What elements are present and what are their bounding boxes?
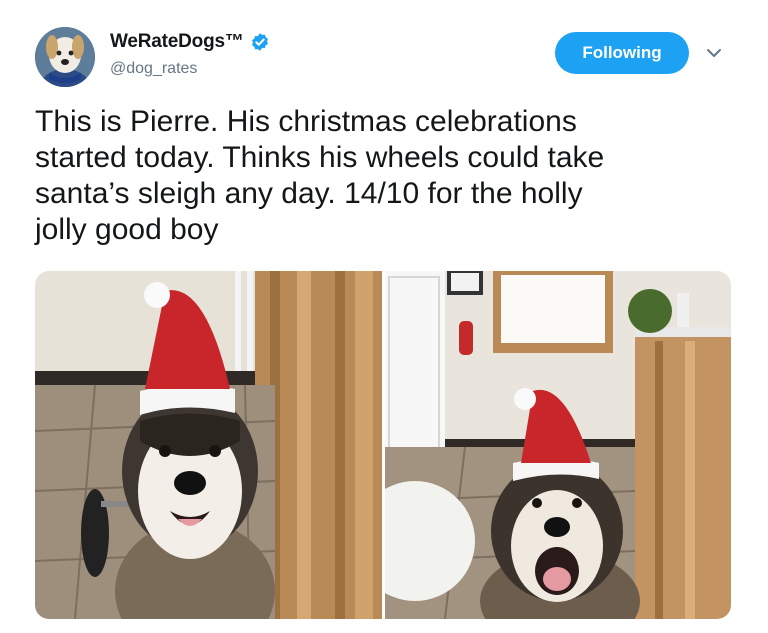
dog-avatar-icon[interactable]: [35, 27, 95, 87]
display-name[interactable]: WeRateDogs™: [110, 31, 244, 53]
author-name-row[interactable]: WeRateDogs™: [110, 31, 270, 53]
verified-badge-icon: [251, 33, 268, 51]
dog-in-santa-hat-photo-1[interactable]: [35, 271, 382, 619]
chevron-down-icon[interactable]: [705, 44, 723, 62]
dog-in-santa-hat-photo-2[interactable]: [385, 271, 731, 619]
author-handle[interactable]: @dog_rates: [110, 60, 197, 78]
following-button[interactable]: Following: [555, 32, 689, 74]
tweet-text: This is Pierre. His christmas celebratio…: [35, 105, 605, 246]
